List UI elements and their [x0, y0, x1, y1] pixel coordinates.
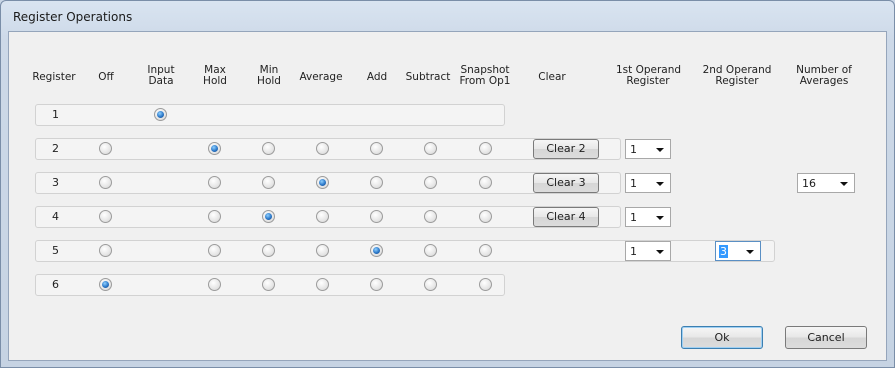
header-register: Register: [32, 71, 76, 83]
chevron-down-icon: [656, 148, 664, 152]
radio-subtract-row6[interactable]: [424, 278, 437, 291]
register-number: 3: [52, 176, 59, 189]
radio-add-row4[interactable]: [370, 210, 383, 223]
header-subtract: Subtract: [405, 71, 451, 83]
ok-button[interactable]: Ok: [681, 326, 763, 349]
operand1-value: 1: [630, 211, 637, 224]
dialog-content: Register Off Input Data Max Hold Min Hol…: [8, 31, 887, 361]
operand2-value: 3: [719, 245, 728, 258]
chevron-down-icon: [656, 216, 664, 220]
radio-average-row4[interactable]: [316, 210, 329, 223]
header-input-data-line2: Data: [148, 75, 174, 87]
radio-average-row3[interactable]: [316, 176, 329, 189]
radio-min-hold-row2[interactable]: [262, 142, 275, 155]
radio-min-hold-row4[interactable]: [262, 210, 275, 223]
register-number: 6: [52, 278, 59, 291]
radio-snapshot-row4[interactable]: [479, 210, 492, 223]
header-operand1-line2: Register: [626, 75, 670, 87]
radio-average-row5[interactable]: [316, 244, 329, 257]
header-average: Average: [299, 71, 343, 83]
operand1-select-row2[interactable]: 1: [625, 139, 671, 159]
radio-average-row2[interactable]: [316, 142, 329, 155]
operand1-value: 1: [630, 143, 637, 156]
radio-off-row6[interactable]: [99, 278, 112, 291]
operand1-select-row3[interactable]: 1: [625, 173, 671, 193]
radio-off-row3[interactable]: [99, 176, 112, 189]
radio-subtract-row4[interactable]: [424, 210, 437, 223]
radio-snapshot-row6[interactable]: [479, 278, 492, 291]
radio-subtract-row2[interactable]: [424, 142, 437, 155]
header-max-hold: Max Hold: [200, 65, 230, 87]
radio-min-hold-row5[interactable]: [262, 244, 275, 257]
operand2-select-row5[interactable]: 3: [715, 241, 761, 261]
register-number: 5: [52, 244, 59, 257]
header-min-hold: Min Hold: [254, 65, 284, 87]
radio-min-hold-row3[interactable]: [262, 176, 275, 189]
cancel-button[interactable]: Cancel: [785, 326, 867, 349]
register-number: 4: [52, 210, 59, 223]
header-input-data: Input Data: [144, 65, 178, 87]
radio-off-row2[interactable]: [99, 142, 112, 155]
radio-max-hold-row6[interactable]: [208, 278, 221, 291]
register-number: 2: [52, 142, 59, 155]
chevron-down-icon: [746, 250, 754, 254]
radio-max-hold-row3[interactable]: [208, 176, 221, 189]
operand1-value: 1: [630, 177, 637, 190]
header-snapshot-line2: From Op1: [459, 75, 511, 87]
chevron-down-icon: [656, 182, 664, 186]
operand1-select-row4[interactable]: 1: [625, 207, 671, 227]
header-operand2-line2: Register: [715, 75, 759, 87]
register-number: 1: [52, 108, 59, 121]
radio-min-hold-row6[interactable]: [262, 278, 275, 291]
header-snapshot: Snapshot From Op1: [457, 65, 513, 87]
register-operations-dialog: Register Operations Register Off Input D…: [0, 0, 895, 368]
radio-snapshot-row3[interactable]: [479, 176, 492, 189]
radio-add-row3[interactable]: [370, 176, 383, 189]
radio-max-hold-row5[interactable]: [208, 244, 221, 257]
chevron-down-icon: [656, 250, 664, 254]
radio-average-row6[interactable]: [316, 278, 329, 291]
header-num-averages-line2: Averages: [799, 75, 849, 87]
header-off: Off: [98, 71, 114, 83]
radio-off-row5[interactable]: [99, 244, 112, 257]
radio-input-data-row1[interactable]: [154, 108, 167, 121]
register-row-1: [35, 104, 505, 126]
radio-subtract-row5[interactable]: [424, 244, 437, 257]
header-operand2: 2nd Operand Register: [702, 65, 772, 87]
radio-max-hold-row4[interactable]: [208, 210, 221, 223]
operand1-select-row5[interactable]: 1: [625, 241, 671, 261]
radio-snapshot-row2[interactable]: [479, 142, 492, 155]
header-add: Add: [366, 71, 388, 83]
radio-add-row5[interactable]: [370, 244, 383, 257]
radio-add-row2[interactable]: [370, 142, 383, 155]
clear-2-button[interactable]: Clear 2: [533, 139, 599, 159]
clear-3-button[interactable]: Clear 3: [533, 173, 599, 193]
header-min-hold-line2: Hold: [257, 75, 281, 87]
radio-snapshot-row5[interactable]: [479, 244, 492, 257]
radio-add-row6[interactable]: [370, 278, 383, 291]
radio-max-hold-row2[interactable]: [208, 142, 221, 155]
header-clear: Clear: [538, 71, 566, 83]
header-operand1: 1st Operand Register: [616, 65, 681, 87]
operand1-value: 1: [630, 245, 637, 258]
radio-off-row4[interactable]: [99, 210, 112, 223]
title-bar[interactable]: Register Operations: [1, 1, 894, 31]
window-title: Register Operations: [13, 10, 133, 24]
num-averages-value: 16: [802, 177, 816, 190]
header-max-hold-line2: Hold: [203, 75, 227, 87]
header-num-averages: Number of Averages: [794, 65, 854, 87]
num-averages-select-row3[interactable]: 16: [797, 173, 855, 193]
radio-subtract-row3[interactable]: [424, 176, 437, 189]
clear-4-button[interactable]: Clear 4: [533, 207, 599, 227]
chevron-down-icon: [840, 182, 848, 186]
